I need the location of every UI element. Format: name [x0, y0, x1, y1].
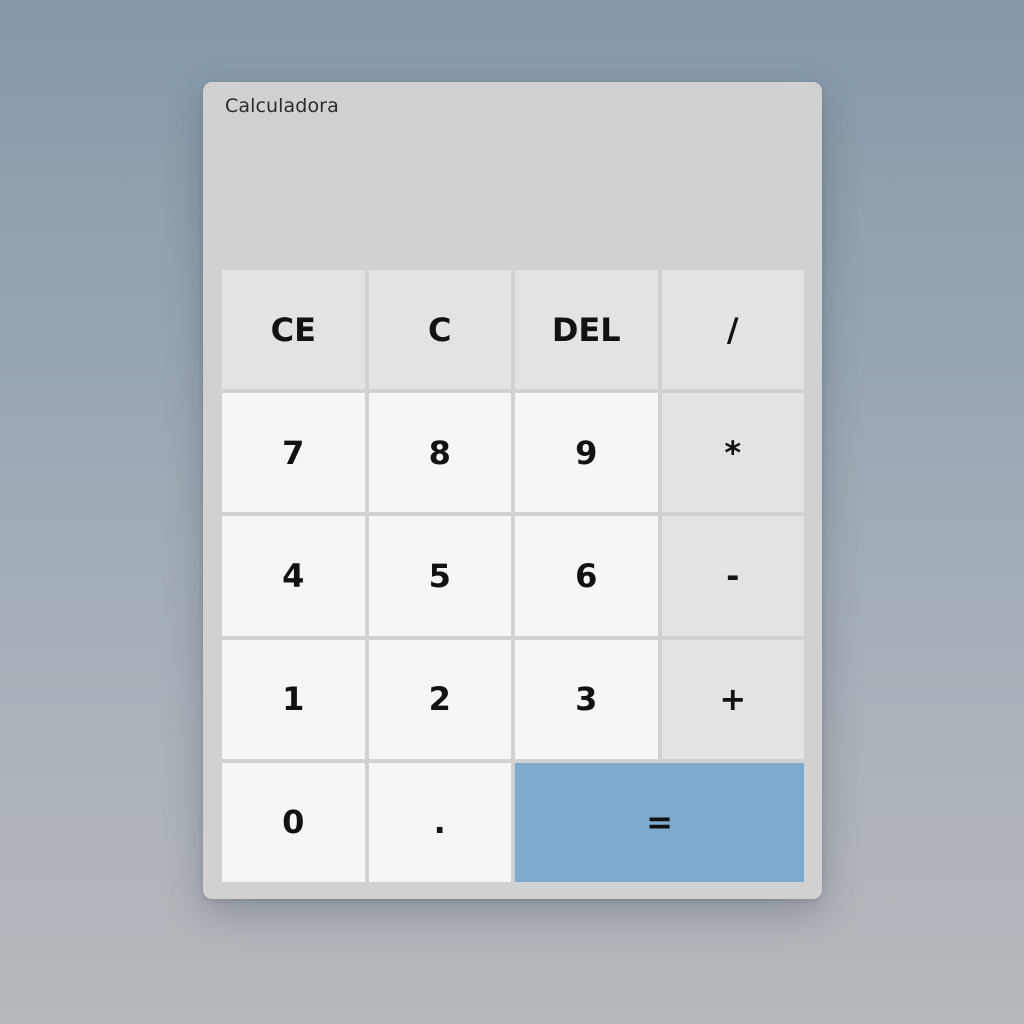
digit-5-button[interactable]: 5	[368, 516, 511, 636]
calculator-window: Calculadora CE C DEL / 7 8 9 * 4 5 6 - 1…	[203, 82, 822, 899]
digit-1-button[interactable]: 1	[222, 639, 365, 759]
window-title: Calculadora	[225, 95, 339, 117]
add-button[interactable]: +	[661, 639, 804, 759]
digit-7-button[interactable]: 7	[222, 393, 365, 513]
digit-8-button[interactable]: 8	[368, 393, 511, 513]
digit-2-button[interactable]: 2	[368, 639, 511, 759]
equals-button[interactable]: =	[515, 762, 804, 882]
keypad: CE C DEL / 7 8 9 * 4 5 6 - 1 2 3 + 0 . =	[222, 270, 804, 882]
clear-button[interactable]: C	[368, 270, 511, 390]
digit-9-button[interactable]: 9	[515, 393, 658, 513]
digit-4-button[interactable]: 4	[222, 516, 365, 636]
clear-entry-button[interactable]: CE	[222, 270, 365, 390]
decimal-point-button[interactable]: .	[368, 762, 511, 882]
digit-0-button[interactable]: 0	[222, 762, 365, 882]
multiply-button[interactable]: *	[661, 393, 804, 513]
calculator-display	[222, 126, 803, 266]
delete-button[interactable]: DEL	[515, 270, 658, 390]
subtract-button[interactable]: -	[661, 516, 804, 636]
digit-6-button[interactable]: 6	[515, 516, 658, 636]
digit-3-button[interactable]: 3	[515, 639, 658, 759]
divide-button[interactable]: /	[661, 270, 804, 390]
